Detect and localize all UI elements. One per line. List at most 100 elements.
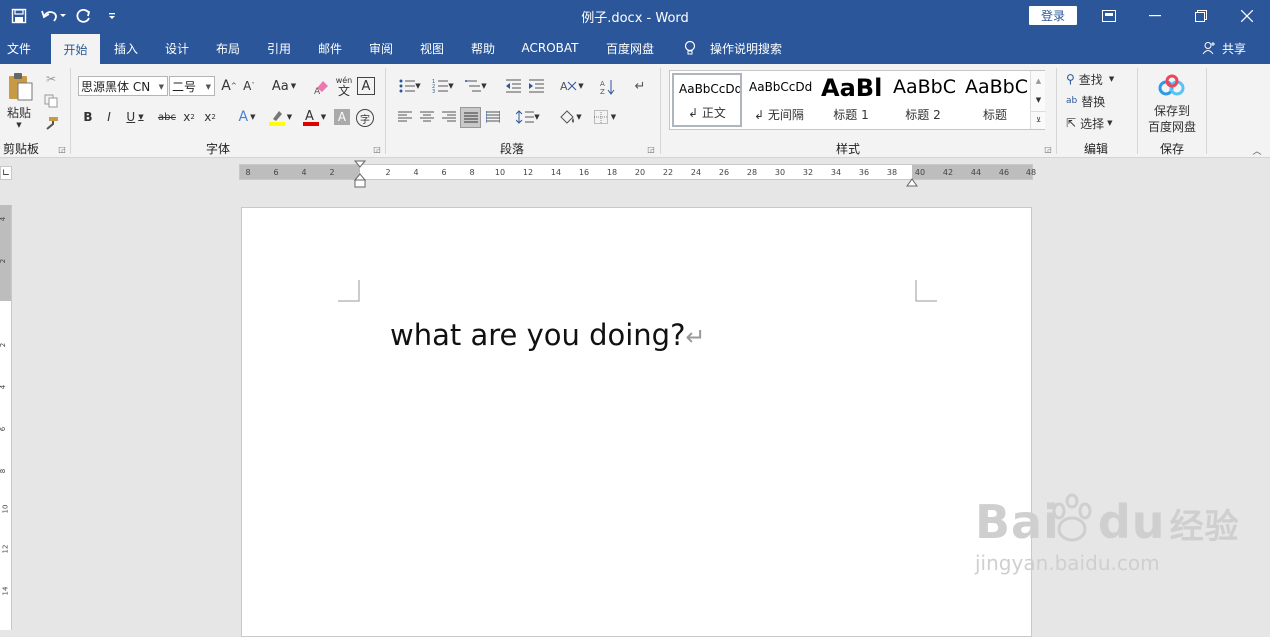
chinese-layout-icon[interactable]: A ▼ — [557, 76, 587, 96]
copy-icon[interactable] — [42, 92, 60, 110]
paragraph-launcher-icon[interactable]: ◲ — [646, 144, 656, 154]
paste-icon[interactable] — [4, 70, 36, 104]
scroll-up-icon[interactable]: ▲ — [1031, 73, 1046, 89]
show-formatting-icon[interactable]: ↵ — [630, 76, 650, 96]
subscript-icon[interactable]: x2 — [181, 108, 197, 126]
vertical-ruler[interactable]: 4 2 2 4 6 8 10 12 14 — [0, 205, 12, 630]
font-color-icon[interactable]: A ▼ — [299, 108, 329, 126]
borders-icon[interactable]: ▼ — [590, 108, 620, 126]
tab-acrobat[interactable]: ACROBAT — [514, 32, 586, 64]
decrease-indent-icon[interactable] — [503, 76, 523, 96]
font-family-select[interactable]: 思源黑体 CN ▼ — [78, 76, 168, 96]
superscript-icon[interactable]: x2 — [202, 108, 218, 126]
underline-icon[interactable]: U ▼ — [122, 108, 148, 126]
justify-icon[interactable] — [460, 107, 481, 128]
share-user-icon[interactable] — [1200, 32, 1218, 64]
tab-selector-icon[interactable]: ∟ — [0, 166, 12, 180]
character-border-icon[interactable]: A — [357, 77, 375, 95]
scroll-down-icon[interactable]: ▼ — [1031, 92, 1046, 108]
style-no-spacing[interactable]: AaBbCcDd ↲ 无间隔 — [744, 73, 814, 127]
phonetic-guide-icon[interactable]: wén 文 — [334, 74, 354, 98]
replace-button[interactable]: ab 替换 — [1066, 92, 1130, 110]
left-indent-marker[interactable] — [353, 160, 367, 188]
watermark-brand: Bai — [975, 495, 1060, 549]
strikethrough-icon[interactable]: abc — [156, 108, 178, 126]
document-page[interactable]: what are you doing?↵ — [241, 207, 1032, 637]
separator — [660, 68, 661, 154]
styles-launcher-icon[interactable]: ◲ — [1043, 144, 1053, 154]
tab-help[interactable]: 帮助 — [464, 32, 502, 64]
tab-view[interactable]: 视图 — [413, 32, 451, 64]
numbering-icon[interactable]: 1 2 3 ▼ — [429, 76, 457, 96]
distributed-icon[interactable] — [483, 108, 503, 126]
style-normal[interactable]: AaBbCcDd ↲ 正文 — [672, 73, 742, 127]
bold-icon[interactable]: B — [80, 108, 96, 126]
tab-review[interactable]: 审阅 — [362, 32, 400, 64]
shrink-font-icon[interactable]: Aˇ — [240, 76, 258, 96]
align-right-icon[interactable] — [440, 108, 458, 126]
select-button[interactable]: ⇱ 选择 ▼ — [1066, 114, 1130, 132]
ruler-tick: 8 — [0, 468, 8, 474]
shading-icon[interactable]: ▼ — [555, 108, 585, 126]
tab-references[interactable]: 引用 — [260, 32, 298, 64]
multilevel-list-icon[interactable]: ▼ — [462, 76, 490, 96]
style-name: ↲ 正文 — [688, 106, 726, 120]
text-effects-icon[interactable]: A ▼ — [233, 108, 261, 126]
style-preview: AaBbC — [965, 76, 1029, 98]
paste-label[interactable]: 粘贴 — [3, 104, 35, 120]
share-button[interactable]: 共享 — [1218, 32, 1250, 64]
tab-baidu-netdisk[interactable]: 百度网盘 — [598, 32, 662, 64]
tab-design[interactable]: 设计 — [158, 32, 196, 64]
change-case-button[interactable]: Aa ▼ — [268, 76, 300, 96]
minimize-icon[interactable] — [1132, 0, 1178, 32]
tab-file[interactable]: 文件 — [0, 32, 38, 64]
login-button[interactable]: 登录 — [1029, 6, 1077, 25]
style-heading-2[interactable]: AaBbC 标题 2 — [888, 73, 958, 127]
italic-icon[interactable]: I — [101, 108, 117, 126]
close-icon[interactable] — [1224, 0, 1270, 32]
character-shading-icon[interactable]: A — [334, 109, 350, 125]
align-left-icon[interactable] — [396, 108, 414, 126]
find-button[interactable]: ⚲ 查找 ▼ — [1066, 70, 1130, 88]
style-name: 标题 1 — [833, 108, 869, 122]
collapse-ribbon-icon[interactable]: ︿ — [1250, 144, 1264, 157]
format-painter-icon[interactable] — [42, 114, 60, 132]
redo-icon[interactable] — [74, 4, 94, 28]
document-body-text[interactable]: what are you doing?↵ — [390, 318, 706, 352]
increase-indent-icon[interactable] — [526, 76, 546, 96]
line-spacing-icon[interactable]: ▼ — [513, 108, 543, 126]
align-center-icon[interactable] — [418, 108, 436, 126]
right-indent-marker[interactable] — [906, 172, 918, 187]
sort-icon[interactable]: AZ — [598, 76, 618, 98]
clear-formatting-icon[interactable]: A — [312, 76, 332, 96]
restore-icon[interactable] — [1178, 0, 1224, 32]
paste-dropdown-icon[interactable]: ▼ — [13, 120, 25, 130]
tab-mailings[interactable]: 邮件 — [311, 32, 349, 64]
watermark-url: jingyan.baidu.com — [975, 551, 1160, 575]
enclose-characters-icon[interactable]: 字 — [356, 109, 374, 127]
save-to-netdisk-label2[interactable]: 百度网盘 — [1142, 118, 1202, 134]
font-size-select[interactable]: 二号 ▼ — [169, 76, 215, 96]
tell-me-search[interactable]: 操作说明搜索 — [704, 32, 788, 64]
baidu-netdisk-icon[interactable] — [1156, 72, 1188, 100]
ruler-tick: 2 — [0, 258, 8, 264]
bullets-icon[interactable]: ▼ — [396, 76, 424, 96]
clipboard-launcher-icon[interactable]: ◲ — [57, 144, 67, 154]
save-to-netdisk-label1[interactable]: 保存到 — [1142, 102, 1202, 118]
cut-icon[interactable]: ✂ — [42, 70, 60, 88]
style-heading-1[interactable]: AaBl 标题 1 — [816, 73, 886, 127]
tab-insert[interactable]: 插入 — [107, 32, 145, 64]
grow-font-icon[interactable]: A ^ — [220, 76, 238, 96]
style-title[interactable]: AaBbC 标题 — [960, 73, 1030, 127]
tab-layout[interactable]: 布局 — [209, 32, 247, 64]
highlight-icon[interactable]: ▼ — [265, 108, 295, 126]
styles-more-icon[interactable]: ⊻ — [1031, 111, 1046, 127]
tab-home[interactable]: 开始 — [51, 34, 100, 64]
ribbon-display-icon[interactable] — [1086, 0, 1132, 32]
customize-qat-icon[interactable] — [104, 4, 120, 28]
crop-mark-right — [915, 280, 937, 302]
svg-text:Z: Z — [600, 88, 605, 96]
undo-icon[interactable] — [38, 4, 68, 28]
font-launcher-icon[interactable]: ◲ — [372, 144, 382, 154]
save-icon[interactable] — [8, 4, 30, 28]
